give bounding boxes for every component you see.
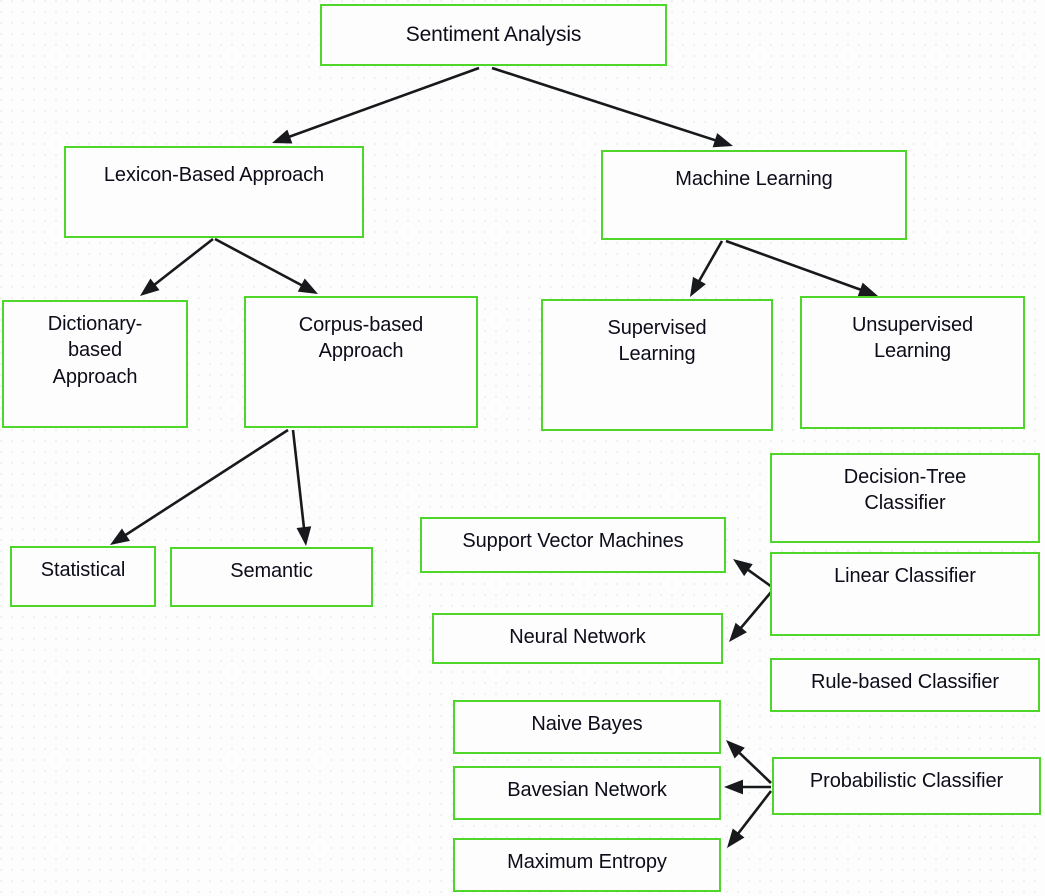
node-label-neural-network: Neural Network [509,626,646,648]
edge-line [214,237,307,289]
node-label-semantic: Semantic [230,560,313,582]
arrow-head-icon [110,528,130,545]
edge-prob-bavesian [724,779,771,795]
edge-line [695,240,724,286]
edge-line [291,429,306,533]
edge-line [150,237,214,289]
arrow-head-icon [733,559,753,577]
edge-prob-maxent [727,790,773,848]
node-machine-learning: Machine Learning [601,150,907,240]
node-label-naive-bayes: Naive Bayes [531,713,643,735]
edge-corpus-semantic [291,429,312,546]
edge-line [743,566,773,589]
node-neural-network: Neural Network [432,613,723,664]
arrow-head-icon [712,133,733,148]
node-supervised-learning: Supervised Learning [541,299,773,431]
node-label-linear-classifier: Linear Classifier [834,565,976,587]
node-label-support-vector-machines: Support Vector Machines [462,530,684,552]
arrow-head-icon [272,129,293,144]
node-label-supervised-learning: Supervised Learning [607,317,707,366]
node-label-unsupervised-learning: Unsupervised Learning [851,314,974,363]
arrow-head-icon [140,278,160,296]
node-label-lexicon-based: Lexicon-Based Approach [103,164,325,186]
node-dictionary-based: Dictionary- based Approach [2,300,188,428]
edge-corpus-statistical [110,428,289,545]
edge-sa-ml [491,66,733,148]
arrow-head-icon [297,278,318,294]
node-label-probabilistic-classifier: Probabilistic Classifier [809,770,1004,792]
edge-line [734,790,773,838]
node-label-sentiment-analysis: Sentiment Analysis [405,23,582,47]
edge-sa-lexicon [272,66,480,144]
arrow-head-icon [727,828,745,848]
node-label-maximum-entropy: Maximum Entropy [507,851,667,873]
edge-lex-corpus [214,237,318,294]
edge-ml-unsupervised [725,239,878,297]
edge-linear-nn [729,590,773,642]
node-label-statistical: Statistical [40,559,126,581]
node-label-bavesian-network: Bavesian Network [507,779,667,801]
node-unsupervised-learning: Unsupervised Learning [800,296,1025,429]
edge-line [737,590,773,633]
edge-line [121,428,289,539]
node-bavesian-network: Bavesian Network [453,766,721,820]
arrow-head-icon [724,779,743,795]
node-label-corpus-based: Corpus-based Approach [298,314,424,363]
node-label-dictionary-based: Dictionary- based Approach [47,313,143,388]
node-maximum-entropy: Maximum Entropy [453,838,721,892]
edge-prob-naive [726,740,772,784]
edge-linear-svm [733,559,773,589]
arrow-head-icon [296,526,312,546]
arrow-head-icon [857,282,878,297]
node-label-rule-based-classifier: Rule-based Classifier [811,671,999,693]
edge-lex-dictionary [140,237,214,296]
node-label-machine-learning: Machine Learning [675,168,833,190]
edge-line [735,748,772,784]
arrow-head-icon [729,622,747,642]
arrow-head-icon [726,740,745,759]
arrow-head-icon [690,276,706,297]
node-support-vector-machines: Support Vector Machines [420,517,726,573]
node-decision-tree-classifier: Decision-Tree Classifier [770,453,1040,543]
node-naive-bayes: Naive Bayes [453,700,721,754]
node-label-decision-tree-classifier: Decision-Tree Classifier [843,466,967,515]
node-corpus-based: Corpus-based Approach [244,296,478,428]
node-lexicon-based: Lexicon-Based Approach [64,146,364,238]
node-semantic: Semantic [170,547,373,607]
edge-line [725,239,866,293]
edge-line [284,66,480,140]
node-linear-classifier: Linear Classifier [770,552,1040,636]
node-sentiment-analysis: Sentiment Analysis [320,4,667,66]
sentiment-analysis-taxonomy-diagram: Sentiment Analysis Lexicon-Based Approach… [0,0,1045,896]
node-rule-based-classifier: Rule-based Classifier [770,658,1040,712]
node-probabilistic-classifier: Probabilistic Classifier [772,757,1041,815]
node-statistical: Statistical [10,546,156,607]
edge-line [491,66,721,143]
edge-ml-supervised [690,240,724,297]
